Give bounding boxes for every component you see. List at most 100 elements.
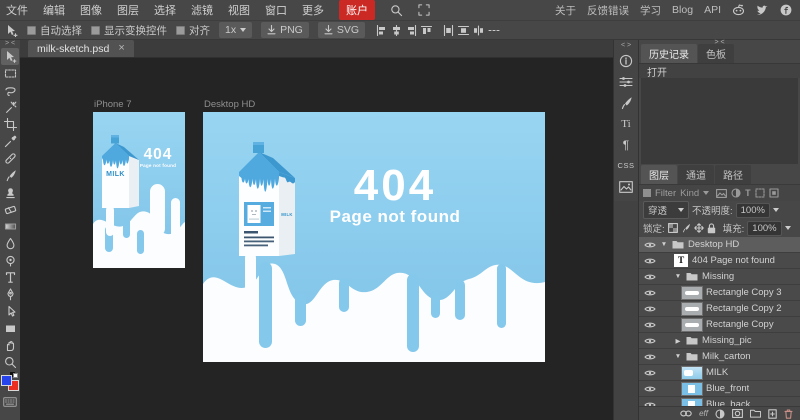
delete-icon[interactable] xyxy=(784,409,793,419)
layer-thumbnail[interactable] xyxy=(682,287,702,299)
artboard-label[interactable]: Desktop HD xyxy=(204,99,255,110)
checkbox-box[interactable] xyxy=(176,26,185,35)
facebook-icon[interactable] xyxy=(780,4,792,16)
reddit-icon[interactable] xyxy=(732,4,745,16)
foreground-color-swatch[interactable] xyxy=(1,375,12,386)
tool-eyedropper[interactable] xyxy=(1,133,19,150)
menu-api[interactable]: API xyxy=(704,4,721,16)
character-icon[interactable]: Ti xyxy=(615,113,637,134)
tool-dodge[interactable] xyxy=(1,252,19,269)
align-top-icon[interactable] xyxy=(421,25,432,36)
tab-layers[interactable]: 图层 xyxy=(641,165,677,184)
layer-row[interactable]: Rectangle Copy 3 xyxy=(639,285,800,301)
layer-thumbnail[interactable] xyxy=(682,319,702,331)
tool-brush[interactable] xyxy=(1,167,19,184)
menu-report-bug[interactable]: 反馈错误 xyxy=(587,3,629,18)
history-entry-open[interactable]: 打开 xyxy=(639,63,800,78)
visibility-eye-icon[interactable] xyxy=(644,241,656,249)
layer-thumbnail[interactable] xyxy=(682,303,702,315)
visibility-eye-icon[interactable] xyxy=(644,353,656,361)
tab-channels[interactable]: 通道 xyxy=(678,165,714,184)
filter-kind-select[interactable]: Kind xyxy=(680,188,709,199)
filter-image-icon[interactable] xyxy=(716,189,727,198)
collapse-triangle-icon[interactable]: ▼ xyxy=(674,273,682,280)
lock-position-icon[interactable] xyxy=(694,223,704,233)
menu-edit[interactable]: 编辑 xyxy=(43,2,65,18)
new-group-icon[interactable] xyxy=(750,409,761,418)
tool-blur[interactable] xyxy=(1,235,19,252)
paragraph-icon[interactable]: ¶ xyxy=(615,134,637,155)
tab-history[interactable]: 历史记录 xyxy=(641,44,697,63)
layer-list[interactable]: ▼ Desktop HD T 404 Page not found ▼ Miss… xyxy=(639,237,800,420)
link-icon[interactable] xyxy=(680,410,692,417)
layer-row[interactable]: Rectangle Copy xyxy=(639,317,800,333)
artboard-desktop-hd[interactable]: Desktop HD xyxy=(203,112,545,362)
menu-layer[interactable]: 图层 xyxy=(117,2,139,18)
tool-crop[interactable] xyxy=(1,116,19,133)
show-transform-controls-checkbox[interactable]: 显示变换控件 xyxy=(91,23,167,38)
menu-image[interactable]: 图像 xyxy=(80,2,102,18)
artboard-iphone7[interactable]: iPhone 7 xyxy=(93,112,185,268)
document-tab[interactable]: milk-sketch.psd × xyxy=(28,40,134,57)
tool-move[interactable] xyxy=(1,48,19,65)
mask-icon[interactable] xyxy=(732,409,743,418)
account-button[interactable]: 账户 xyxy=(339,0,375,20)
distribute-right-icon[interactable] xyxy=(473,25,484,36)
align-right-icon[interactable] xyxy=(406,25,417,36)
text-layer-thumbnail[interactable]: T xyxy=(674,254,688,267)
properties-icon[interactable] xyxy=(615,71,637,92)
filter-adjustment-icon[interactable] xyxy=(731,188,741,198)
export-scale-select[interactable]: 1x xyxy=(219,22,252,38)
fill-scrubber-icon[interactable] xyxy=(785,226,791,230)
menu-more[interactable]: 更多 xyxy=(302,2,324,18)
layer-row[interactable]: MILK xyxy=(639,365,800,381)
layer-row-group[interactable]: ▼ Missing xyxy=(639,269,800,285)
snap-checkbox[interactable]: 对齐 xyxy=(176,23,210,38)
lock-all-icon[interactable] xyxy=(707,223,716,234)
close-icon[interactable]: × xyxy=(118,43,124,54)
adjustment-icon[interactable] xyxy=(715,409,725,419)
tool-rectangle-shape[interactable] xyxy=(1,320,19,337)
distribute-left-icon[interactable] xyxy=(443,25,454,36)
tool-magic-wand[interactable] xyxy=(1,99,19,116)
layer-row[interactable]: Blue_front xyxy=(639,381,800,397)
fullscreen-icon[interactable] xyxy=(418,4,430,16)
fill-input[interactable]: 100% xyxy=(747,221,781,236)
search-icon[interactable] xyxy=(390,4,403,17)
menu-window[interactable]: 窗口 xyxy=(265,2,287,18)
menu-view[interactable]: 视图 xyxy=(228,2,250,18)
layer-thumbnail[interactable] xyxy=(682,367,702,379)
menu-filter[interactable]: 滤镜 xyxy=(191,2,213,18)
canvas-area[interactable]: iPhone 7 xyxy=(20,58,613,420)
filter-shape-icon[interactable] xyxy=(755,188,765,198)
artboard-label[interactable]: iPhone 7 xyxy=(94,99,132,110)
tool-pen[interactable] xyxy=(1,286,19,303)
layer-row[interactable]: Rectangle Copy 2 xyxy=(639,301,800,317)
image-icon[interactable] xyxy=(615,176,637,197)
info-icon[interactable] xyxy=(615,50,637,71)
layer-thumbnail[interactable] xyxy=(682,383,702,395)
menu-learn[interactable]: 学习 xyxy=(640,3,661,18)
rail-collapse-icon[interactable]: < > xyxy=(621,41,631,50)
distribute-center-icon[interactable] xyxy=(458,25,469,36)
visibility-eye-icon[interactable] xyxy=(644,369,656,377)
tool-clone-stamp[interactable] xyxy=(1,184,19,201)
auto-select-checkbox[interactable]: 自动选择 xyxy=(27,23,82,38)
twitter-icon[interactable] xyxy=(756,5,769,16)
tool-hand[interactable] xyxy=(1,337,19,354)
tool-type[interactable] xyxy=(1,269,19,286)
visibility-eye-icon[interactable] xyxy=(644,289,656,297)
color-swatches[interactable] xyxy=(1,373,19,391)
collapse-triangle-icon[interactable]: ▼ xyxy=(674,353,682,360)
lock-transparent-icon[interactable] xyxy=(668,223,678,233)
toolbar-collapse-icon[interactable]: > < xyxy=(5,40,15,48)
visibility-eye-icon[interactable] xyxy=(644,305,656,313)
layer-row-group[interactable]: ▼ Desktop HD xyxy=(639,237,800,253)
menu-select[interactable]: 选择 xyxy=(154,2,176,18)
export-png-button[interactable]: PNG xyxy=(261,22,309,38)
checkbox-box[interactable] xyxy=(91,26,100,35)
tool-eraser[interactable] xyxy=(1,201,19,218)
visibility-eye-icon[interactable] xyxy=(644,321,656,329)
visibility-eye-icon[interactable] xyxy=(644,385,656,393)
menu-file[interactable]: 文件 xyxy=(6,2,28,18)
